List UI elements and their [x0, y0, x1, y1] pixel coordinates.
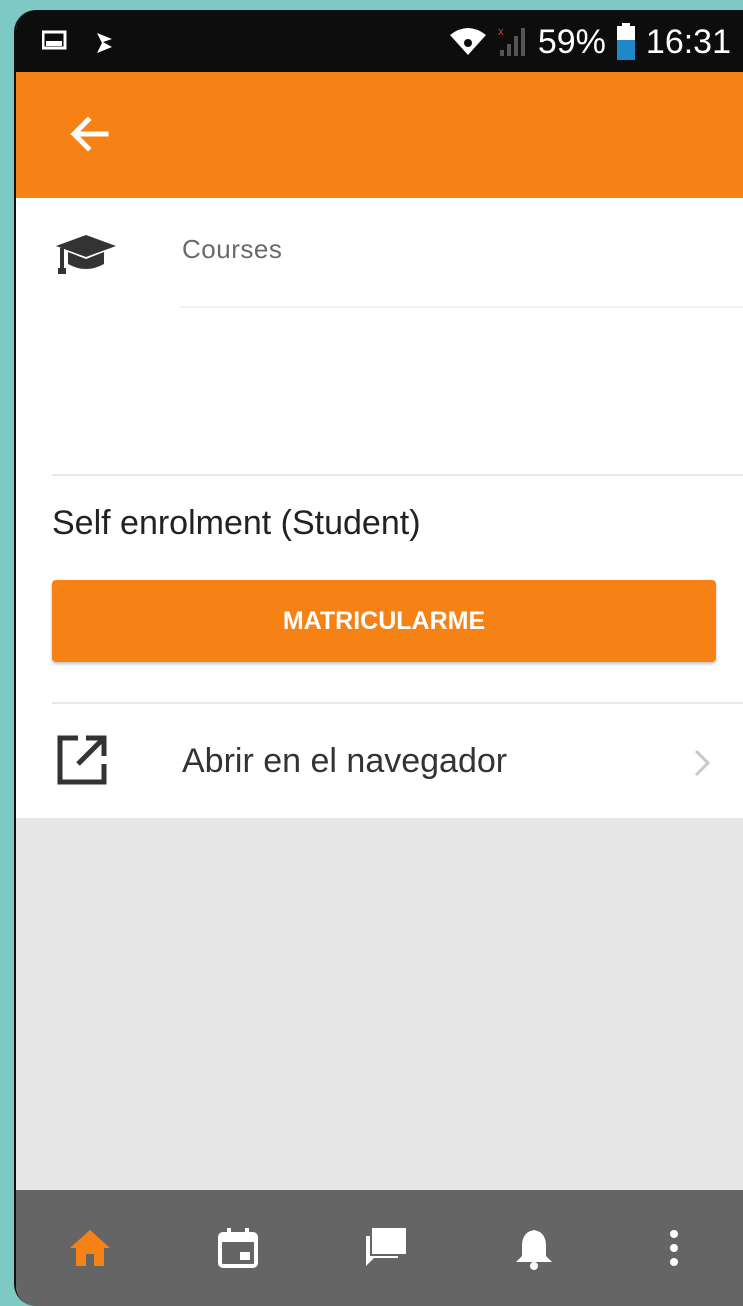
- status-bar-notifications: [42, 30, 118, 56]
- arrow-back-icon: [70, 116, 109, 152]
- notifications-icon: [516, 1230, 552, 1270]
- battery-icon: [616, 23, 636, 61]
- bottom-navigation: [16, 1190, 743, 1306]
- more-icon: [670, 1230, 678, 1266]
- signal-icon: x: [498, 26, 528, 58]
- wifi-icon: [448, 27, 488, 57]
- home-icon: [70, 1230, 110, 1266]
- screen: x 59% 16:31 Courses Self enrolment (Stud…: [16, 10, 743, 1306]
- enrol-button[interactable]: MATRICULARME: [52, 580, 716, 662]
- nav-messages[interactable]: [362, 1226, 406, 1270]
- gallery-notification-icon: [42, 30, 68, 56]
- phone-frame: x 59% 16:31 Courses Self enrolment (Stud…: [14, 10, 743, 1306]
- course-summary: Courses Self enrolment (Student) MATRICU…: [16, 198, 743, 818]
- open-external-icon: [56, 734, 108, 791]
- messages-icon: [366, 1228, 406, 1266]
- course-category: Courses: [182, 234, 283, 264]
- status-bar: x 59% 16:31: [16, 10, 743, 72]
- graduation-cap-icon: [54, 232, 118, 281]
- course-category-row: Courses: [16, 198, 743, 308]
- enrolment-method-title: Self enrolment (Student): [52, 504, 421, 542]
- nav-home[interactable]: [68, 1226, 112, 1270]
- app-bar: [16, 72, 743, 198]
- status-bar-system: x 59% 16:31: [448, 20, 731, 64]
- svg-text:x: x: [498, 26, 504, 38]
- category-divider: [180, 306, 743, 308]
- chevron-right-icon: [693, 748, 711, 783]
- nav-notifications[interactable]: [512, 1226, 556, 1270]
- nav-calendar[interactable]: [216, 1226, 260, 1270]
- open-in-browser-row[interactable]: Abrir en el navegador: [16, 704, 743, 818]
- section-divider: [52, 474, 743, 476]
- back-button[interactable]: [66, 110, 114, 158]
- download-notification-icon: [94, 30, 118, 56]
- open-in-browser-label: Abrir en el navegador: [182, 742, 508, 780]
- nav-more[interactable]: [664, 1226, 708, 1270]
- clock: 16:31: [645, 22, 731, 61]
- battery-percent: 59%: [537, 22, 606, 61]
- calendar-icon: [218, 1228, 258, 1268]
